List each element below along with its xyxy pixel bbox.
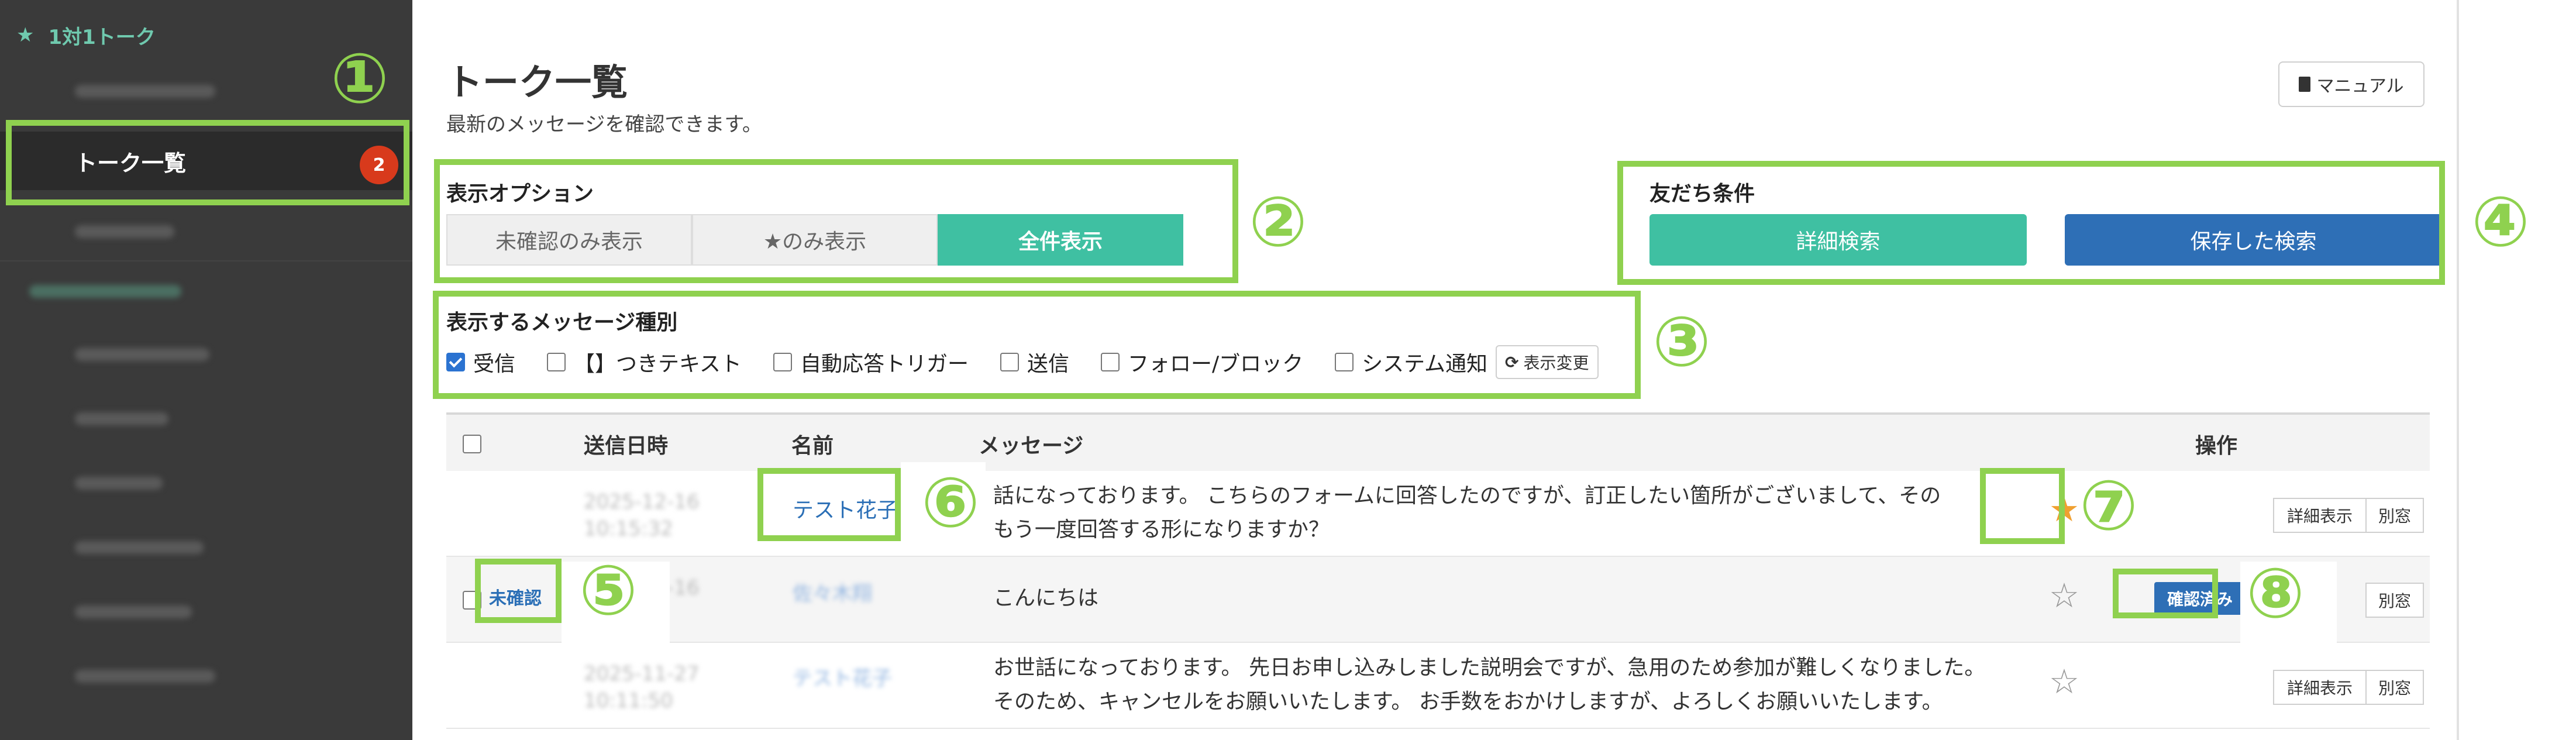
new-window-button[interactable]: 別窓 (2365, 583, 2424, 618)
row-datetime: 2025-12-16 10:15:32 (584, 490, 700, 541)
column-datetime: 送信日時 (584, 434, 669, 458)
sidebar-item-blurred-6[interactable] (0, 518, 412, 576)
manual-button[interactable]: マニュアル (2278, 61, 2425, 107)
row-message: こんにちは (993, 586, 1099, 610)
table-header: 送信日時 名前 メッセージ 操作 (446, 412, 2430, 471)
annotation-frame-5 (475, 559, 562, 623)
row-datetime: 2025-11-27 10:11:50 (584, 662, 700, 713)
table-row: 2025-11-27 10:11:50 テスト花子 お世話になっております。 先… (446, 643, 2430, 729)
annotation-number-6: ⑥ (921, 462, 980, 543)
column-message: メッセージ (979, 434, 1084, 458)
annotation-frame-8 (2113, 569, 2218, 618)
sidebar-section-1on1[interactable]: ★ 1対1トーク (16, 12, 156, 58)
detail-view-button[interactable]: 詳細表示 (2273, 670, 2367, 705)
column-actions: 操作 (2195, 434, 2238, 458)
detail-view-button[interactable]: 詳細表示 (2273, 498, 2367, 533)
annotation-number-2: ② (1249, 181, 1307, 262)
new-window-button[interactable]: 別窓 (2365, 498, 2424, 533)
row-message: 話になっております。 こちらのフォームに回答したのですが、訂正したい箇所がござい… (993, 484, 1941, 542)
annotation-frame-1 (6, 120, 409, 205)
annotation-number-1: ① (330, 38, 389, 119)
star-outline-icon[interactable]: ☆ (2049, 662, 2079, 701)
annotation-number-4: ④ (2471, 181, 2530, 262)
star-icon: ★ (16, 23, 35, 47)
row-message: お世話になっております。 先日お申し込みしました説明会ですが、急用のため参加が難… (993, 656, 1986, 714)
annotation-frame-4 (1617, 161, 2445, 285)
page-title: トーク一覧 (446, 61, 628, 104)
select-all-checkbox[interactable] (463, 435, 481, 453)
sidebar-item-blurred-2[interactable] (0, 202, 412, 260)
annotation-frame-3 (433, 291, 1641, 399)
new-window-button[interactable]: 別窓 (2365, 670, 2424, 705)
page-subtitle: 最新のメッセージを確認できます。 (446, 113, 762, 136)
annotation-number-3: ③ (1652, 301, 1711, 382)
sidebar-item-blurred-5[interactable] (0, 453, 412, 512)
sidebar-item-blurred-4[interactable] (0, 389, 412, 448)
annotation-frame-2 (434, 159, 1238, 283)
column-name: 名前 (791, 434, 834, 458)
annotation-number-7: ⑦ (2079, 465, 2138, 546)
book-icon (2299, 77, 2311, 92)
sidebar-item-blurred-7[interactable] (0, 582, 412, 641)
sidebar-section-label: 1対1トーク (48, 25, 156, 49)
annotation-frame-7 (1980, 468, 2065, 544)
annotation-frame-6 (757, 468, 901, 541)
sidebar-item-blurred-3[interactable] (0, 325, 412, 383)
row-name-link[interactable]: テスト花子 (793, 665, 892, 692)
sidebar-item-blurred-8[interactable] (0, 646, 412, 705)
annotation-number-5: ⑤ (579, 550, 638, 631)
sidebar-section-blurred[interactable] (0, 260, 412, 319)
star-outline-icon[interactable]: ☆ (2049, 576, 2079, 615)
row-name-link[interactable]: 佐々木翔 (793, 580, 872, 607)
annotation-number-8: ⑧ (2246, 553, 2305, 634)
